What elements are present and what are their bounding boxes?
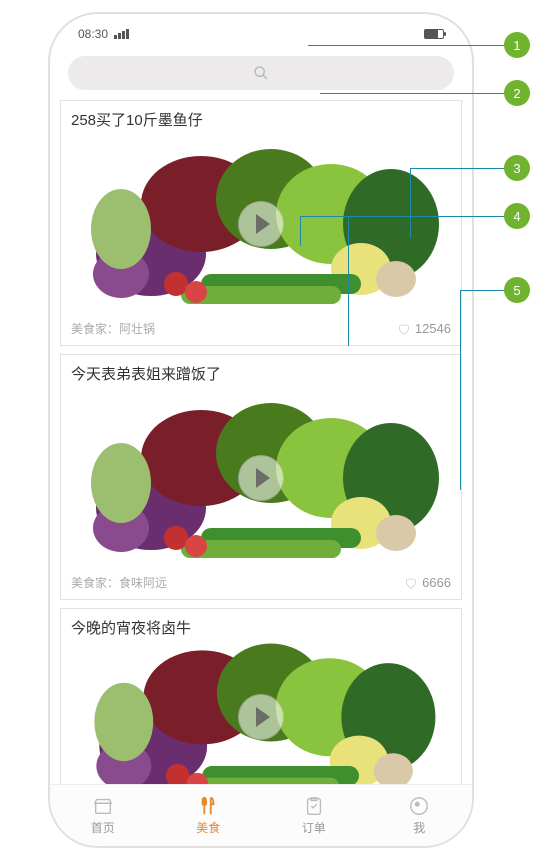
like-button[interactable]: 6666 — [404, 575, 451, 590]
tab-bar: 首页 美食 订单 我 — [50, 784, 472, 846]
feed-card[interactable]: 258买了10斤墨鱼仔 — [60, 100, 462, 346]
food-icon — [197, 795, 219, 817]
annotation-2: 2 — [504, 80, 530, 106]
card-title: 今晚的宵夜将卤牛 — [61, 609, 461, 642]
signal-icon — [114, 29, 129, 39]
play-button[interactable] — [238, 694, 284, 740]
heart-icon — [404, 576, 418, 590]
annotation-4: 4 — [504, 203, 530, 229]
search-input[interactable] — [68, 56, 454, 90]
play-button[interactable] — [238, 201, 284, 247]
tab-label: 美食 — [196, 819, 220, 836]
annotation-1: 1 — [504, 32, 530, 58]
tab-label: 订单 — [302, 819, 326, 836]
search-icon — [253, 65, 269, 81]
like-count: 12546 — [415, 321, 451, 336]
card-author: 美食家：阿壮锅 — [71, 320, 155, 337]
tab-label: 我 — [413, 819, 425, 836]
video-thumbnail[interactable] — [65, 388, 457, 568]
feed-card[interactable]: 今天表弟表姐来蹭饭了 — [60, 354, 462, 600]
annotation-5: 5 — [504, 277, 530, 303]
status-time: 08:30 — [78, 27, 108, 41]
video-thumbnail[interactable] — [65, 134, 457, 314]
tab-food[interactable]: 美食 — [156, 785, 262, 846]
like-count: 6666 — [422, 575, 451, 590]
like-button[interactable]: 12546 — [397, 321, 451, 336]
feed-list: 258买了10斤墨鱼仔 — [50, 100, 472, 784]
card-title: 今天表弟表姐来蹭饭了 — [61, 355, 461, 388]
tab-home[interactable]: 首页 — [50, 785, 156, 846]
home-icon — [92, 795, 114, 817]
tab-me[interactable]: 我 — [367, 785, 473, 846]
card-title: 258买了10斤墨鱼仔 — [61, 101, 461, 134]
status-bar: 08:30 — [50, 14, 472, 46]
battery-icon — [424, 29, 444, 39]
tab-label: 首页 — [91, 819, 115, 836]
phone-frame: 08:30 258买了10斤墨鱼仔 — [48, 12, 474, 848]
video-thumbnail[interactable] — [65, 642, 457, 784]
profile-icon — [408, 795, 430, 817]
orders-icon — [303, 795, 325, 817]
play-button[interactable] — [238, 455, 284, 501]
card-author: 美食家：食味阿远 — [71, 574, 167, 591]
heart-icon — [397, 322, 411, 336]
annotation-3: 3 — [504, 155, 530, 181]
tab-orders[interactable]: 订单 — [261, 785, 367, 846]
feed-card[interactable]: 今晚的宵夜将卤牛 — [60, 608, 462, 784]
